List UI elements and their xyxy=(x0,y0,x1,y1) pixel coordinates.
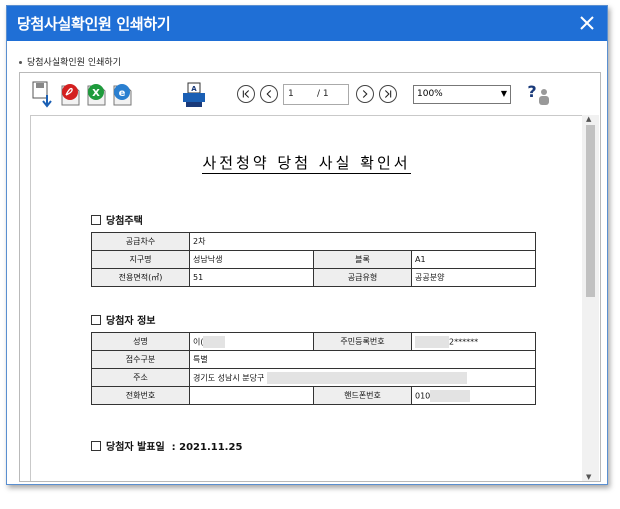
print-icon[interactable]: A xyxy=(182,82,206,108)
next-page-button[interactable] xyxy=(356,85,374,103)
announce-date: 당첨자 발표일 : 2021.11.25 xyxy=(91,438,242,453)
report-viewer: X e A 1 / 1 100% ▼ ? 사전청약 당첨 사실 확인서 당첨주택… xyxy=(19,72,601,482)
winner-table: 성명 이( 주민등록번호 2****** 접수구분 특별 주소 경기도 성남시 … xyxy=(91,332,536,405)
table-row: 주소 경기도 성남시 분당구 xyxy=(91,368,536,387)
page-number-field[interactable]: 1 / 1 xyxy=(283,84,349,105)
current-page: 1 xyxy=(288,89,294,99)
table-row: 접수구분 특별 xyxy=(91,350,536,369)
breadcrumb: 당첨사실확인원 인쇄하기 xyxy=(19,55,121,68)
breadcrumb-label: 당첨사실확인원 인쇄하기 xyxy=(27,58,121,68)
excel-export-icon[interactable]: X xyxy=(86,82,108,106)
hwp-export-icon[interactable]: e xyxy=(112,82,134,106)
redacted-block xyxy=(430,389,471,402)
pdf-export-icon[interactable] xyxy=(60,82,82,106)
document-page: 사전청약 당첨 사실 확인서 당첨주택 공급차수 2차 지구명 성남낙생 블록 … xyxy=(30,115,583,481)
last-page-button[interactable] xyxy=(379,85,397,103)
svg-text:e: e xyxy=(119,88,126,99)
save-icon[interactable] xyxy=(32,81,56,109)
redacted-block xyxy=(266,371,467,384)
first-page-button[interactable] xyxy=(237,85,255,103)
zoom-value: 100% xyxy=(417,89,443,99)
house-table: 공급차수 2차 지구명 성남낙생 블록 A1 전용면적(㎡) 51 공급유형 공… xyxy=(91,232,536,287)
help-icon[interactable]: ? xyxy=(525,82,551,108)
dialog-titlebar: 당첨사실확인원 인쇄하기 xyxy=(7,6,607,41)
table-row: 지구명 성남낙생 블록 A1 xyxy=(91,250,536,269)
vertical-scrollbar[interactable]: ▲ ▼ xyxy=(582,115,599,481)
table-row: 공급차수 2차 xyxy=(91,232,536,251)
document-title: 사전청약 당첨 사실 확인서 xyxy=(202,154,411,174)
section-house-heading: 당첨주택 xyxy=(91,212,143,227)
redacted-block xyxy=(415,335,449,348)
document-area: 사전청약 당첨 사실 확인서 당첨주택 공급차수 2차 지구명 성남낙생 블록 … xyxy=(20,115,600,481)
scroll-up-icon[interactable]: ▲ xyxy=(586,115,591,123)
prev-page-button[interactable] xyxy=(260,85,278,103)
table-row: 성명 이( 주민등록번호 2****** xyxy=(91,332,536,351)
print-dialog: 당첨사실확인원 인쇄하기 당첨사실확인원 인쇄하기 X e A 1 / 1 10… xyxy=(6,5,608,485)
scrollbar-thumb[interactable] xyxy=(586,125,595,297)
svg-text:X: X xyxy=(92,88,100,99)
table-row: 전용면적(㎡) 51 공급유형 공공분양 xyxy=(91,268,536,287)
table-row: 전화번호 핸드폰번호 010 xyxy=(91,386,536,405)
chevron-down-icon: ▼ xyxy=(500,89,507,98)
zoom-select[interactable]: 100% ▼ xyxy=(413,85,511,104)
dialog-title: 당첨사실확인원 인쇄하기 xyxy=(17,15,171,33)
redacted-block xyxy=(203,335,226,348)
viewer-toolbar: X e A 1 / 1 100% ▼ ? xyxy=(20,73,600,115)
svg-text:?: ? xyxy=(527,82,536,101)
close-icon[interactable] xyxy=(577,13,597,33)
scroll-down-icon[interactable]: ▼ xyxy=(586,473,591,481)
svg-text:A: A xyxy=(191,85,197,93)
total-pages: / 1 xyxy=(317,89,329,99)
section-winner-heading: 당첨자 정보 xyxy=(91,312,155,327)
